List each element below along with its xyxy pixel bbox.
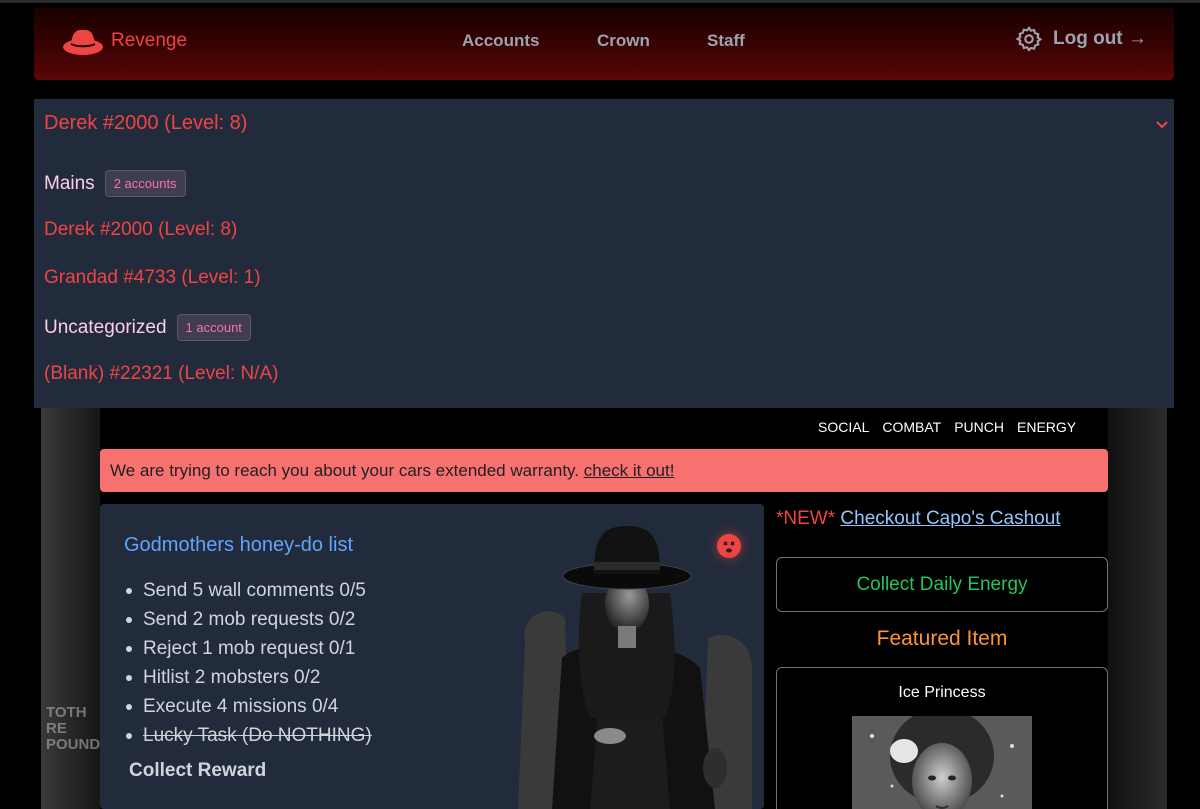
task-item: Send 2 mob requests 0/2 [126, 605, 372, 634]
nav-accounts[interactable]: Accounts [462, 31, 539, 51]
alert-link[interactable]: check it out! [584, 461, 675, 480]
chevron-down-icon[interactable] [1154, 116, 1170, 132]
warranty-alert: We are trying to reach you about your ca… [100, 449, 1108, 492]
window-top-edge [0, 0, 1200, 3]
alert-text: We are trying to reach you about your ca… [110, 461, 584, 480]
nav-crown[interactable]: Crown [597, 31, 650, 51]
task-item-completed: Lucky Task (Do NOTHING) [126, 721, 372, 750]
task-item: Execute 4 missions 0/4 [126, 692, 372, 721]
featured-item-name: Ice Princess [898, 684, 986, 701]
nav-staff[interactable]: Staff [707, 31, 745, 51]
top-navbar: Revenge Accounts Crown Staff Log out → [34, 8, 1174, 80]
logout-link[interactable]: Log out → [1053, 28, 1147, 50]
brand-name: Revenge [111, 30, 188, 51]
capo-cashout-link[interactable]: Checkout Capo's Cashout [840, 508, 1060, 529]
featured-item-card[interactable]: Ice Princess [776, 667, 1108, 809]
task-item: Reject 1 mob request 0/1 [126, 634, 372, 663]
brand-logo[interactable]: Revenge [62, 25, 187, 57]
group-label: Mains [44, 172, 95, 194]
selected-account[interactable]: Derek #2000 (Level: 8) [44, 112, 247, 135]
task-list: Send 5 wall comments 0/5 Send 2 mob requ… [126, 576, 372, 750]
stat-link-energy[interactable]: ENERGY [1017, 419, 1076, 435]
collect-reward-button[interactable]: Collect Reward [129, 760, 266, 782]
featured-item-title: Featured Item [876, 627, 1008, 650]
new-tag: *NEW* [776, 508, 836, 529]
red-hat-icon [63, 29, 103, 55]
stat-link-punch[interactable]: PUNCH [954, 419, 1004, 435]
close-card-button[interactable] [717, 534, 741, 558]
collect-daily-energy-button[interactable]: Collect Daily Energy [776, 557, 1108, 612]
gear-icon[interactable] [1015, 25, 1043, 53]
promo-line: *NEW* Checkout Capo's Cashout [776, 508, 1061, 530]
honey-do-card: Godmothers honey-do list Send 5 wall com… [100, 504, 764, 809]
task-card-title: Godmothers honey-do list [124, 534, 354, 556]
account-item-blank[interactable]: (Blank) #22321 (Level: N/A) [44, 363, 278, 385]
dizzy-face-icon [723, 541, 735, 553]
stat-link-combat[interactable]: COMBAT [882, 419, 941, 435]
wall-graffiti: TOTH RE POUND [46, 704, 101, 753]
group-label: Uncategorized [44, 316, 167, 338]
stat-links: SOCIAL COMBAT PUNCH ENERGY [818, 419, 1076, 435]
group-uncategorized: Uncategorized 1 account [44, 314, 251, 341]
task-item: Hitlist 2 mobsters 0/2 [126, 663, 372, 692]
group-mains: Mains 2 accounts [44, 170, 186, 197]
godmother-illustration [518, 526, 752, 809]
account-item-grandad[interactable]: Grandad #4733 (Level: 1) [44, 267, 261, 289]
account-item-derek[interactable]: Derek #2000 (Level: 8) [44, 219, 237, 241]
ice-princess-image [852, 716, 1032, 809]
account-count-badge: 1 account [176, 314, 251, 341]
account-switcher: Derek #2000 (Level: 8) Mains 2 accounts … [34, 99, 1174, 408]
task-item: Send 5 wall comments 0/5 [126, 576, 372, 605]
account-count-badge: 2 accounts [104, 170, 186, 197]
stat-link-social[interactable]: SOCIAL [818, 419, 869, 435]
